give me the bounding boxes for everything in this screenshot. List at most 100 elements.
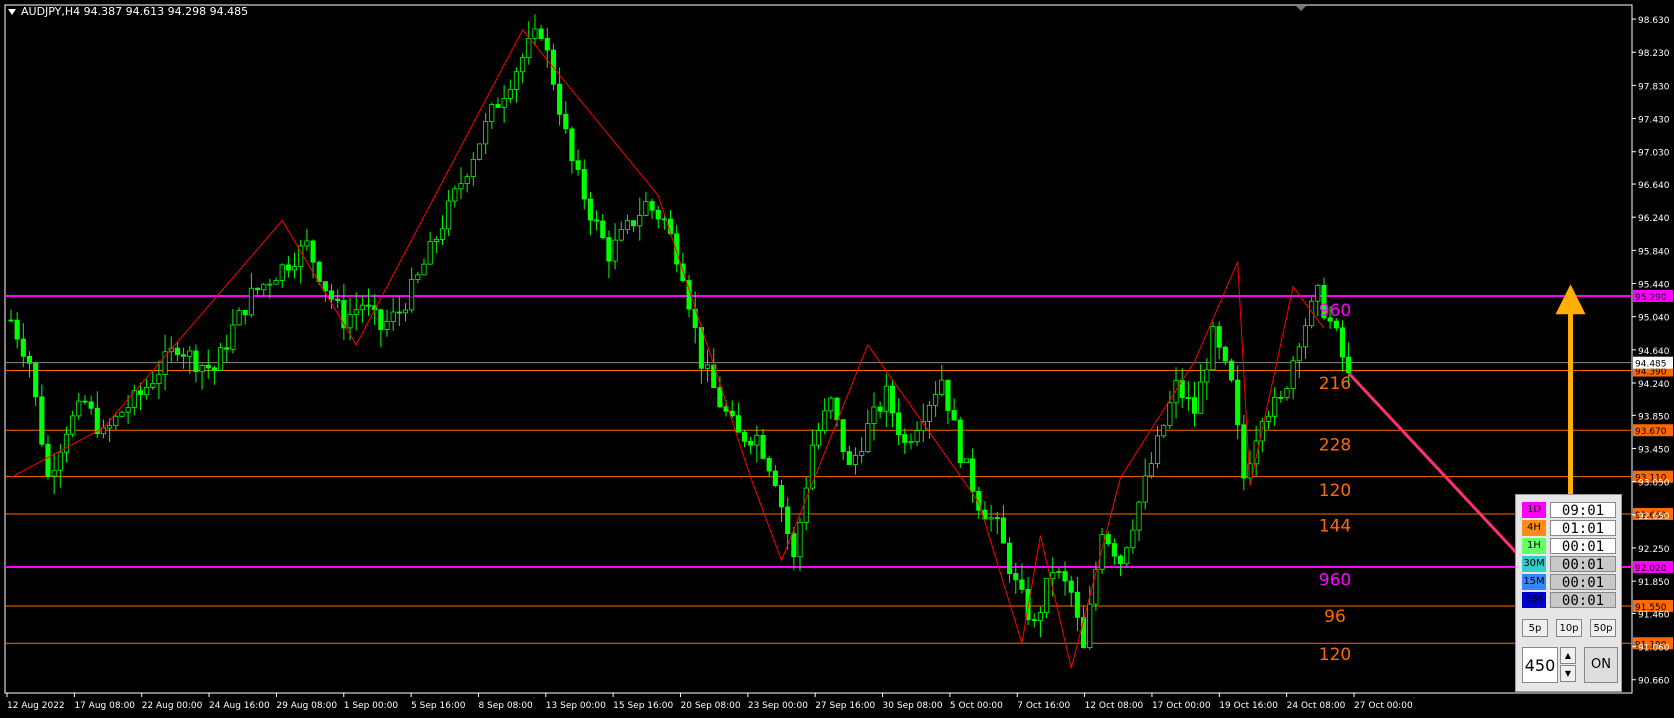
step-10p-button[interactable]: 10p — [1556, 619, 1582, 637]
x-tick-label: 17 Aug 08:00 — [74, 701, 135, 711]
bear-candle — [242, 309, 248, 316]
bull-candle — [1265, 415, 1272, 422]
bear-candle — [1278, 396, 1284, 399]
bull-candle — [70, 415, 76, 435]
timeframe-tag: 1D — [1522, 502, 1546, 518]
bull-candle — [532, 28, 538, 39]
symbol-quote: AUDJPY,H4 94.387 94.613 94.298 94.485 — [21, 5, 249, 18]
bear-candle — [193, 350, 199, 373]
level-distance-label: 216 — [1319, 374, 1351, 394]
bull-candle — [359, 304, 365, 311]
bull-candle — [119, 411, 125, 417]
spin-up-icon[interactable]: ▲ — [1560, 647, 1576, 664]
timeframe-row: 15M 00:01 — [1522, 574, 1616, 591]
x-tick-label: 12 Aug 2022 — [7, 701, 65, 711]
bear-candle — [1031, 619, 1037, 621]
bear-candle — [39, 396, 45, 445]
bear-candle — [181, 354, 187, 357]
bull-candle — [963, 458, 969, 463]
level-price-label: 93.670 — [1635, 427, 1667, 437]
bull-candle — [1204, 369, 1210, 383]
bear-candle — [20, 338, 26, 357]
timeframe-row: 30M 00:01 — [1522, 556, 1616, 573]
y-tick-label: 93.850 — [1638, 412, 1670, 422]
x-tick-label: 23 Sep 00:00 — [748, 701, 808, 711]
spin-down-icon[interactable]: ▼ — [1560, 665, 1576, 682]
bear-candle — [211, 367, 217, 371]
bull-candle — [526, 38, 532, 59]
bull-candle — [1136, 501, 1142, 531]
step-5p-button[interactable]: 5p — [1522, 619, 1548, 637]
bull-candle — [439, 228, 446, 240]
bear-candle — [846, 451, 852, 465]
timeframe-tag: 4H — [1522, 520, 1546, 536]
x-tick-label: 15 Sep 16:00 — [613, 701, 673, 711]
y-tick-label: 98.230 — [1638, 49, 1670, 59]
bull-candle — [507, 88, 513, 99]
bear-candle — [88, 401, 94, 409]
timeframe-row: 1H 00:01 — [1522, 538, 1616, 555]
bull-candle — [1148, 463, 1154, 477]
current-price-label: 94.485 — [1635, 360, 1667, 370]
bull-candle — [501, 97, 507, 108]
bull-candle — [1167, 402, 1173, 426]
y-tick-label: 90.660 — [1638, 677, 1670, 687]
bull-candle — [125, 407, 131, 413]
bull-candle — [883, 385, 889, 412]
bear-candle — [994, 517, 1000, 520]
bear-candle — [1185, 397, 1191, 400]
y-tick-label: 95.840 — [1638, 247, 1670, 257]
on-button[interactable]: ON — [1584, 647, 1618, 683]
bull-candle — [933, 394, 939, 406]
x-tick-label: 27 Oct 00:00 — [1354, 701, 1413, 711]
dropdown-triangle-icon[interactable] — [8, 9, 16, 15]
bull-candle — [1210, 326, 1216, 371]
y-tick-label: 93.450 — [1638, 445, 1670, 455]
bear-candle — [1111, 543, 1117, 557]
bull-candle — [452, 188, 458, 202]
level-price-label: 95.290 — [1635, 293, 1667, 303]
plot-border — [4, 4, 1633, 694]
y-tick-label: 98.630 — [1638, 16, 1670, 26]
bear-candle — [772, 470, 778, 486]
bull-candle — [859, 451, 865, 456]
bear-candle — [174, 347, 180, 356]
bear-candle — [335, 298, 341, 301]
step-50p-button[interactable]: 50p — [1590, 619, 1616, 637]
timeframe-tag: 30M — [1522, 556, 1546, 572]
bull-candle — [803, 487, 809, 523]
bull-candle — [1315, 284, 1321, 302]
y-tick-label: 94.640 — [1638, 347, 1670, 357]
bear-candle — [951, 410, 957, 421]
bull-candle — [914, 430, 920, 443]
bull-candle — [353, 309, 359, 315]
bull-candle — [261, 283, 267, 291]
bear-candle — [649, 201, 655, 211]
bull-candle — [1056, 571, 1062, 573]
bear-candle — [285, 264, 291, 271]
level-distance-label: 960 — [1319, 570, 1351, 590]
bull-candle — [520, 57, 526, 73]
bull-candle — [230, 324, 236, 350]
bull-candle — [218, 347, 224, 371]
bull-candle — [797, 522, 803, 558]
bull-candle — [612, 239, 618, 262]
bull-candle — [908, 441, 914, 444]
bear-candle — [575, 160, 581, 170]
level-distance-label: 144 — [1319, 517, 1351, 537]
price-chart: 95.29094.39093.67093.11092.66092.02091.5… — [4, 4, 1673, 711]
bear-candle — [606, 237, 612, 262]
bull-candle — [483, 121, 489, 145]
bull-candle — [1142, 475, 1148, 503]
bull-candle — [402, 309, 409, 314]
bear-candle — [1074, 591, 1080, 618]
target-arrow — [1347, 372, 1534, 572]
timeframe-countdown: 09:01 — [1550, 502, 1616, 519]
bear-candle — [365, 304, 372, 307]
timeframe-row: 1D 09:01 — [1522, 502, 1616, 519]
bear-candle — [1013, 573, 1019, 581]
bear-candle — [1346, 356, 1352, 373]
bear-candle — [14, 319, 20, 340]
bull-candle — [1161, 424, 1167, 437]
value-input[interactable]: 450 — [1522, 647, 1558, 683]
